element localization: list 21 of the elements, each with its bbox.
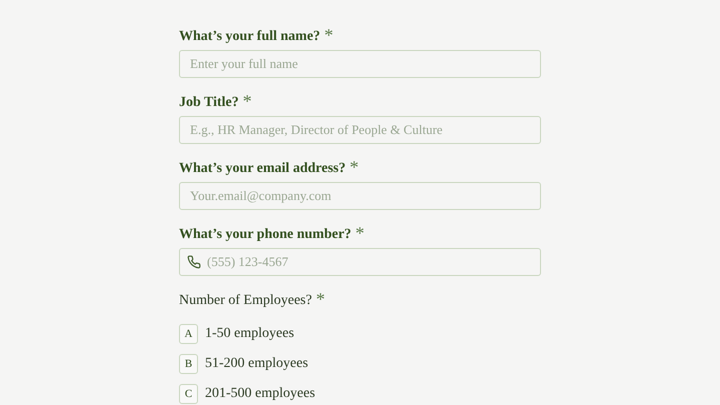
option-key[interactable]: A — [179, 324, 198, 344]
required-asterisk: * — [242, 92, 252, 110]
required-asterisk: * — [350, 158, 359, 176]
required-asterisk: * — [316, 290, 325, 308]
option-key[interactable]: B — [179, 354, 198, 374]
question-label: Job Title? — [179, 94, 239, 112]
phone-field[interactable]: (555) 123-4567 — [179, 248, 541, 276]
input-field[interactable]: E.g., HR Manager, Director of People & Culture — [179, 116, 541, 144]
required-asterisk: * — [324, 26, 334, 44]
required-asterisk: * — [355, 224, 364, 242]
input-field[interactable]: Enter your full name — [179, 50, 541, 78]
option-label[interactable]: 201-500 employees — [205, 386, 316, 402]
question-label: What’s your phone number? — [179, 226, 352, 244]
question-label: What’s your full name? — [179, 28, 320, 46]
question-label: What’s your email address? — [179, 160, 346, 178]
input-field[interactable]: Your.email@company.com — [179, 182, 541, 210]
question-label: Number of Employees? — [179, 292, 312, 310]
phone-icon — [187, 255, 201, 269]
option-label[interactable]: 1-50 employees — [205, 326, 294, 342]
option-key[interactable]: C — [179, 384, 198, 404]
option-label[interactable]: 51-200 employees — [205, 356, 308, 372]
